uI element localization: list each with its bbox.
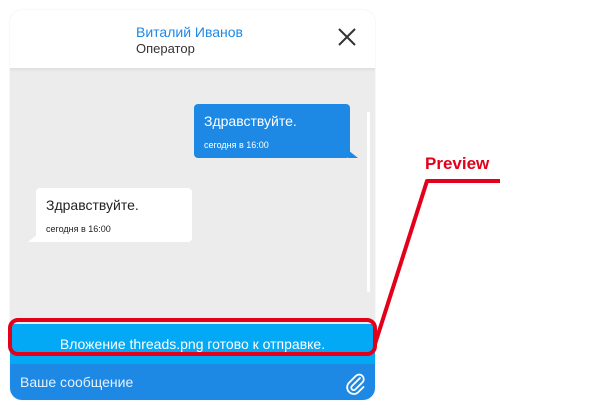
- attachment-preview-notice: Вложение threads.png готово к отправке.: [10, 324, 375, 364]
- paperclip-icon: [346, 373, 365, 395]
- composer-bar: [10, 364, 375, 400]
- message-time: сегодня в 16:00: [46, 224, 111, 234]
- attach-file-button[interactable]: [344, 371, 366, 395]
- outgoing-message: Здравствуйте. сегодня в 16:00: [194, 104, 358, 158]
- message-input[interactable]: [20, 370, 330, 394]
- scrollbar[interactable]: [367, 112, 370, 292]
- chat-header: Виталий Иванов Оператор: [10, 10, 375, 72]
- message-text: Здравствуйте.: [204, 113, 297, 129]
- incoming-message: Здравствуйте. сегодня в 16:00: [28, 188, 192, 242]
- preview-annotation-label: Preview: [425, 154, 490, 173]
- preview-callout-line: [373, 179, 500, 345]
- operator-role: Оператор: [136, 41, 195, 56]
- operator-name: Виталий Иванов: [136, 24, 243, 40]
- close-button[interactable]: [336, 26, 358, 48]
- message-text: Здравствуйте.: [46, 197, 139, 213]
- message-time: сегодня в 16:00: [204, 140, 269, 150]
- close-icon: [338, 28, 356, 46]
- chat-widget: Виталий Иванов Оператор Здравствуйте. се…: [10, 10, 375, 400]
